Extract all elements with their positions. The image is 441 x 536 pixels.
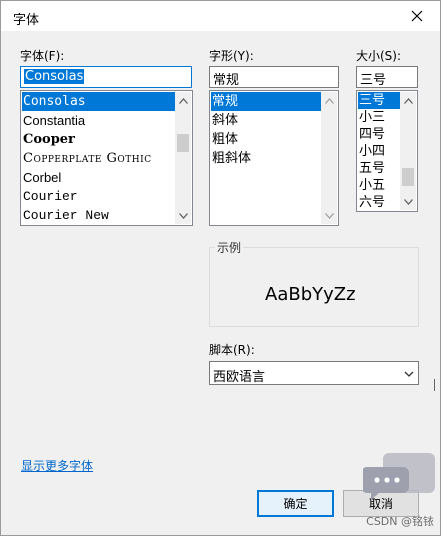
size-list-scrollbar[interactable] <box>400 92 416 210</box>
ok-button[interactable]: 确定 <box>257 490 334 517</box>
style-input-value: 常规 <box>213 73 240 88</box>
show-more-fonts-link[interactable]: 显示更多字体 <box>21 457 93 474</box>
script-label: 脚本(R): <box>209 343 255 357</box>
font-list-item[interactable]: Courier New <box>22 206 176 225</box>
scroll-down-button[interactable] <box>175 207 191 224</box>
style-input[interactable]: 常规 <box>209 66 339 88</box>
size-list-item[interactable]: 三号 <box>358 92 400 109</box>
chevron-down-icon <box>403 198 413 205</box>
scroll-down-button[interactable] <box>321 207 337 224</box>
title-bar: 字体 <box>1 1 440 31</box>
dialog-title: 字体 <box>13 13 40 28</box>
font-dialog: 字体 字体(F): Consolas Consolas Constantia C… <box>0 0 441 536</box>
style-list-item[interactable]: 常规 <box>211 92 321 111</box>
size-list-item[interactable]: 小四 <box>358 143 400 160</box>
font-list[interactable]: Consolas Constantia Cooper Copperplate G… <box>20 90 193 226</box>
font-list-item[interactable]: Cooper <box>22 130 176 149</box>
style-list-item[interactable]: 粗体 <box>211 130 321 149</box>
sample-text: AaBbYyZz <box>265 284 356 305</box>
size-list-item[interactable]: 小五 <box>358 177 400 194</box>
font-list-item[interactable]: Consolas <box>22 92 176 111</box>
watermark: CSDN @铭铱 <box>366 515 434 528</box>
style-label: 字形(Y): <box>209 49 254 63</box>
chevron-down-icon <box>324 212 334 219</box>
font-label: 字体(F): <box>20 49 65 63</box>
font-list-scrollbar[interactable] <box>175 92 191 224</box>
font-list-item[interactable]: Copperplate Gothic <box>22 149 176 168</box>
chevron-up-icon <box>324 97 334 104</box>
chevron-up-icon <box>178 97 188 104</box>
scroll-up-button[interactable] <box>321 92 337 109</box>
chevron-up-icon <box>403 97 413 104</box>
sample-group-title: 示例 <box>215 239 244 256</box>
partial-control-edge <box>434 379 441 391</box>
size-list-item[interactable]: 四号 <box>358 126 400 143</box>
size-label: 大小(S): <box>356 49 402 63</box>
ok-button-label: 确定 <box>283 497 308 511</box>
size-input-value: 三号 <box>360 73 387 88</box>
size-list-item[interactable]: 小三 <box>358 109 400 126</box>
scroll-up-button[interactable] <box>175 92 191 109</box>
font-list-item[interactable]: Corbel <box>22 168 176 187</box>
size-list[interactable]: 三号 小三 四号 小四 五号 小五 六号 <box>356 90 418 212</box>
font-list-item[interactable]: Courier <box>22 187 176 206</box>
font-list-item[interactable]: Constantia <box>22 111 176 130</box>
chevron-down-icon <box>178 212 188 219</box>
size-input[interactable]: 三号 <box>356 66 418 88</box>
size-list-item[interactable]: 五号 <box>358 160 400 177</box>
scroll-up-button[interactable] <box>400 92 416 109</box>
chevron-down-icon <box>404 371 414 377</box>
scroll-down-button[interactable] <box>400 193 416 210</box>
font-input-value: Consolas <box>24 69 85 84</box>
chat-bubble-icon <box>361 453 435 504</box>
scroll-thumb[interactable] <box>177 134 189 152</box>
style-list[interactable]: 常规 斜体 粗体 粗斜体 <box>209 90 339 226</box>
style-list-item[interactable]: 粗斜体 <box>211 149 321 168</box>
scroll-thumb[interactable] <box>402 168 414 186</box>
close-icon <box>411 10 423 22</box>
style-list-scrollbar[interactable] <box>321 92 337 224</box>
style-list-item[interactable]: 斜体 <box>211 111 321 130</box>
close-button[interactable] <box>394 1 440 31</box>
size-list-item[interactable]: 六号 <box>358 194 400 211</box>
font-input[interactable]: Consolas <box>20 66 192 88</box>
script-select[interactable]: 西欧语言 <box>209 361 419 385</box>
script-value: 西欧语言 <box>213 370 266 385</box>
